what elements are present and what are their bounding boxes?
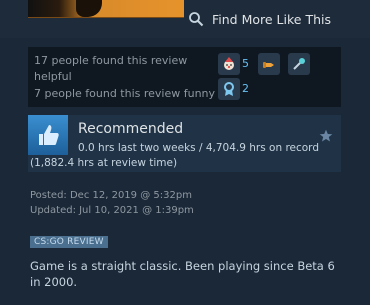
hours-played: 0.0 hrs last two weeks / 4,704.9 hrs on …	[78, 142, 319, 154]
search-icon	[189, 12, 204, 27]
award-count: 5	[242, 57, 249, 70]
review-header: Recommended 0.0 hrs last two weeks / 4,7…	[28, 115, 341, 172]
star-icon[interactable]	[319, 128, 333, 147]
thumbs-up-icon	[28, 115, 68, 155]
medal-award-icon[interactable]	[218, 78, 240, 100]
posted-date: Posted: Dec 12, 2019 @ 5:32pm	[30, 190, 192, 201]
review-dates: Posted: Dec 12, 2019 @ 5:32pm Updated: J…	[30, 188, 194, 218]
awards-row-2: 2	[218, 78, 253, 100]
recommendation-title: Recommended	[78, 121, 184, 137]
microphone-award-icon[interactable]	[288, 53, 311, 75]
hours-at-review: (1,882.4 hrs at review time)	[30, 157, 178, 169]
awards-row: 5	[218, 53, 313, 75]
hand-award-icon[interactable]	[258, 53, 281, 75]
funny-count-text: 7 people found this review funny	[34, 87, 216, 100]
game-thumbnail[interactable]	[28, 0, 184, 18]
helpful-count-text: 17 people found this review helpful	[34, 54, 188, 83]
review-body-text: Game is a straight classic. Been playing…	[30, 259, 335, 289]
find-more-like-this-link[interactable]: Find More Like This	[188, 10, 331, 28]
find-more-label: Find More Like This	[212, 11, 331, 27]
updated-date: Updated: Jul 10, 2021 @ 1:39pm	[30, 205, 194, 216]
helpfulness-panel: 17 people found this review helpful 7 pe…	[28, 47, 341, 107]
award-count: 2	[242, 82, 249, 95]
clown-award-icon[interactable]	[218, 53, 240, 75]
review-tag-badge[interactable]: CS:GO REVIEW	[30, 236, 108, 248]
